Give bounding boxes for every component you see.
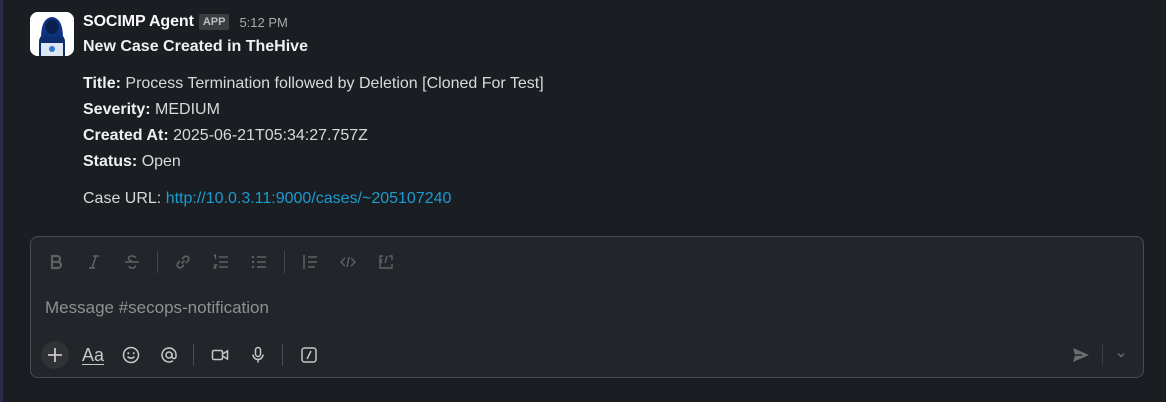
toolbar-divider <box>282 344 283 366</box>
bold-icon <box>50 254 63 270</box>
avatar[interactable] <box>30 12 74 56</box>
emoji-button[interactable] <box>117 341 145 369</box>
link-icon <box>176 255 190 269</box>
field-value: MEDIUM <box>155 101 220 118</box>
video-icon <box>211 349 229 361</box>
formatting-toolbar <box>43 249 411 275</box>
field-value: Open <box>141 153 181 170</box>
field-label: Severity: <box>83 101 151 118</box>
field-label: Title: <box>83 75 121 92</box>
strikethrough-icon <box>125 255 139 269</box>
workspace-edge <box>0 0 3 402</box>
severity-field: Severity: MEDIUM <box>83 101 220 119</box>
slash-command-icon <box>301 347 317 363</box>
send-divider <box>1102 345 1103 365</box>
case-url-link[interactable]: http://10.0.3.11:9000/cases/~205107240 <box>166 190 452 207</box>
link-button[interactable] <box>170 249 196 275</box>
field-value: 2025-06-21T05:34:27.757Z <box>173 127 368 144</box>
formatting-toggle-button[interactable]: Aa <box>79 341 107 369</box>
hacker-avatar-icon <box>30 12 74 56</box>
field-label: Created At: <box>83 127 169 144</box>
microphone-icon <box>252 346 264 363</box>
case-url-field: Case URL: http://10.0.3.11:9000/cases/~2… <box>83 190 451 208</box>
send-button[interactable] <box>1067 341 1095 369</box>
code-block-icon <box>379 255 393 269</box>
italic-button[interactable] <box>81 249 107 275</box>
bold-button[interactable] <box>43 249 69 275</box>
toolbar-divider <box>157 251 158 273</box>
numbered-list-button[interactable] <box>208 249 234 275</box>
status-field: Status: Open <box>83 153 181 171</box>
mention-icon <box>161 347 177 363</box>
message-composer: Aa <box>30 236 1144 378</box>
composer-actions: Aa <box>41 341 333 369</box>
audio-clip-button[interactable] <box>244 341 272 369</box>
field-label: Case URL: <box>83 190 162 207</box>
case-title-field: Title: Process Termination followed by D… <box>83 75 544 93</box>
bulleted-list-button[interactable] <box>246 249 272 275</box>
schedule-send-button[interactable] <box>1111 345 1131 365</box>
message-input[interactable] <box>45 295 1045 321</box>
field-value: Process Termination followed by Deletion… <box>125 75 544 92</box>
attach-button[interactable] <box>41 341 69 369</box>
message-timestamp[interactable]: 5:12 PM <box>239 15 287 30</box>
blockquote-icon <box>303 255 317 269</box>
numbered-list-icon <box>212 253 228 269</box>
formatting-toggle-icon: Aa <box>81 344 105 365</box>
toolbar-divider <box>284 251 285 273</box>
plus-icon <box>48 348 62 362</box>
strikethrough-button[interactable] <box>119 249 145 275</box>
app-badge: APP <box>198 14 230 30</box>
code-block-button[interactable] <box>373 249 399 275</box>
message-header: SOCIMP Agent APP 5:12 PM <box>83 11 288 33</box>
emoji-icon <box>122 346 140 364</box>
created-at-field: Created At: 2025-06-21T05:34:27.757Z <box>83 127 368 145</box>
sender-name[interactable]: SOCIMP Agent <box>83 13 194 31</box>
code-button[interactable] <box>335 249 361 275</box>
video-clip-button[interactable] <box>206 341 234 369</box>
field-label: Status: <box>83 153 138 170</box>
toolbar-divider <box>193 344 194 366</box>
italic-icon <box>89 255 99 269</box>
chevron-down-icon <box>1117 353 1125 358</box>
message-title: New Case Created in TheHive <box>83 38 308 55</box>
mention-button[interactable] <box>155 341 183 369</box>
send-icon <box>1073 348 1089 362</box>
slash-command-button[interactable] <box>295 341 323 369</box>
code-icon <box>340 256 356 268</box>
blockquote-button[interactable] <box>297 249 323 275</box>
bulleted-list-icon <box>251 255 266 269</box>
